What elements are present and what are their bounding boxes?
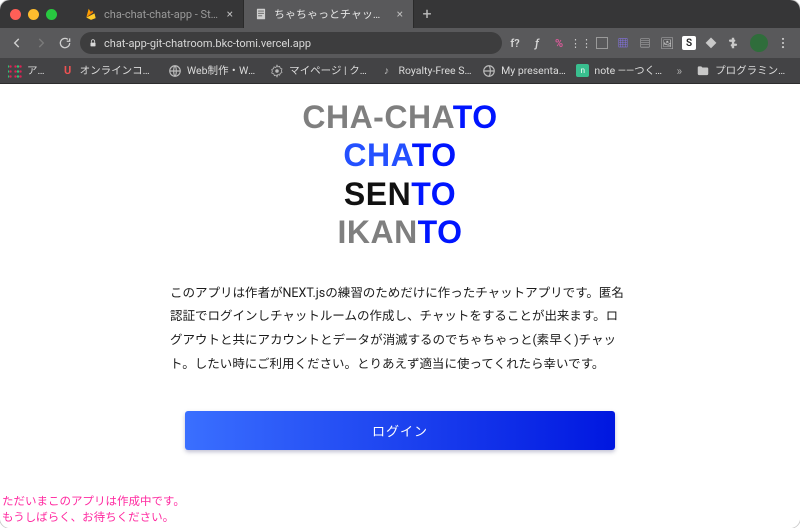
lock-icon xyxy=(88,38,98,48)
hero-pre: SEN xyxy=(344,176,411,212)
titlebar: cha-chat-chat-app - Storage × ちゃちゃっとチャット… xyxy=(0,0,800,28)
apps-grid-icon xyxy=(8,64,22,78)
ext-icon[interactable]: ◆ xyxy=(704,36,718,50)
bookmark-label: プログラミング関係 xyxy=(715,63,792,78)
ext-icon[interactable]: ƒ xyxy=(530,36,544,50)
bookmark-label: My presentations xyxy=(501,64,566,77)
login-button[interactable]: ログイン xyxy=(185,411,615,450)
ext-icon[interactable]: S xyxy=(682,36,696,50)
bookmarks-bar: アプリ U オンラインコース -… Web制作・Webデ… マイページ | クラ… xyxy=(0,58,800,84)
tab-strip: cha-chat-chat-app - Storage × ちゃちゃっとチャット… xyxy=(74,0,790,28)
bookmark-item[interactable]: My presentations xyxy=(482,64,566,78)
profile-avatar[interactable] xyxy=(750,34,768,52)
ext-icon[interactable] xyxy=(596,37,608,49)
notice-line: もうしばらく、お待ちください。 xyxy=(2,509,185,526)
bookmark-label: Royalty-Free Soun… xyxy=(399,64,473,77)
ext-icon[interactable]: % xyxy=(552,36,566,50)
hero-to: TO xyxy=(412,137,457,173)
ext-icon[interactable]: ⋮⋮ xyxy=(574,36,588,50)
hero-line: CHATO xyxy=(0,136,800,174)
ext-icon[interactable]: ▤ xyxy=(638,36,652,50)
minimize-window-button[interactable] xyxy=(28,9,39,20)
hero-pre: CHA-CHA xyxy=(302,99,452,135)
bookmark-label: Web制作・Webデ… xyxy=(187,63,260,78)
firebase-icon xyxy=(84,7,98,21)
music-note-icon: ♪ xyxy=(380,64,394,78)
page-icon xyxy=(254,7,268,21)
maximize-window-button[interactable] xyxy=(46,9,57,20)
globe-icon xyxy=(168,64,182,78)
extension-icons: f? ƒ % ⋮⋮ ▦ ▤ 🖼 S ◆ xyxy=(508,36,740,50)
reload-button[interactable] xyxy=(56,34,74,52)
bookmark-label: アプリ xyxy=(27,63,51,78)
globe-icon xyxy=(482,64,496,78)
bookmark-item[interactable]: ♪ Royalty-Free Soun… xyxy=(380,64,473,78)
tab-label: ちゃちゃっとチャットせんといかん xyxy=(274,6,391,22)
bookmark-item[interactable]: Web制作・Webデ… xyxy=(168,63,260,78)
construction-notice: ただいまこのアプリは作成中です。 もうしばらく、お待ちください。 xyxy=(2,493,185,526)
bookmark-label: マイページ | クラウ… xyxy=(289,63,369,78)
close-tab-icon[interactable]: × xyxy=(227,8,233,20)
window-controls xyxy=(10,9,57,20)
hero-pre: CHA xyxy=(343,137,411,173)
page-content: CHA-CHATO CHATO SENTO IKANTO このアプリは作者がNE… xyxy=(0,84,800,528)
bookmark-item[interactable]: U オンラインコース -… xyxy=(61,63,158,78)
bookmark-label: オンラインコース -… xyxy=(80,63,158,78)
note-icon: n xyxy=(576,64,589,77)
hero-title: CHA-CHATO CHATO SENTO IKANTO xyxy=(0,84,800,252)
hero-line: SENTO xyxy=(0,175,800,213)
extensions-menu-icon[interactable] xyxy=(726,36,740,50)
bookmark-item[interactable]: マイページ | クラウ… xyxy=(270,63,369,78)
hero-line: CHA-CHATO xyxy=(0,98,800,136)
hero-to: TO xyxy=(411,176,456,212)
browser-toolbar: chat-app-git-chatroom.bkc-tomi.vercel.ap… xyxy=(0,28,800,58)
ext-icon[interactable]: f? xyxy=(508,36,522,50)
back-button[interactable] xyxy=(8,34,26,52)
ext-icon[interactable]: 🖼 xyxy=(660,36,674,50)
url-text: chat-app-git-chatroom.bkc-tomi.vercel.ap… xyxy=(104,37,311,50)
close-tab-icon[interactable]: × xyxy=(397,8,403,20)
udemy-icon: U xyxy=(61,64,75,78)
gear-icon xyxy=(270,64,284,78)
folder-icon xyxy=(696,64,710,78)
bookmarks-overflow-icon[interactable]: » xyxy=(676,64,682,78)
hero-line: IKANTO xyxy=(0,213,800,251)
forward-button[interactable] xyxy=(32,34,50,52)
notice-line: ただいまこのアプリは作成中です。 xyxy=(2,493,185,510)
tab-inactive[interactable]: cha-chat-chat-app - Storage × xyxy=(74,0,244,28)
hero-to: TO xyxy=(418,214,463,250)
bookmark-item[interactable]: n note ――つくる、… xyxy=(576,63,666,78)
close-window-button[interactable] xyxy=(10,9,21,20)
apps-shortcut[interactable]: アプリ xyxy=(8,63,51,78)
hero-pre: IKAN xyxy=(337,214,417,250)
bookmark-label: note ――つくる、… xyxy=(594,63,666,78)
tab-label: cha-chat-chat-app - Storage xyxy=(104,8,221,21)
bookmark-folder[interactable]: プログラミング関係 xyxy=(696,63,792,78)
app-description: このアプリは作者がNEXT.jsの練習のためだけに作ったチャットアプリです。匿名… xyxy=(170,282,630,377)
tab-active[interactable]: ちゃちゃっとチャットせんといかん × xyxy=(244,0,414,28)
new-tab-button[interactable]: + xyxy=(414,0,440,28)
hero-to: TO xyxy=(453,99,498,135)
browser-menu-button[interactable] xyxy=(774,34,792,52)
browser-window: cha-chat-chat-app - Storage × ちゃちゃっとチャット… xyxy=(0,0,800,528)
address-bar[interactable]: chat-app-git-chatroom.bkc-tomi.vercel.ap… xyxy=(80,32,502,54)
ext-icon[interactable]: ▦ xyxy=(616,36,630,50)
